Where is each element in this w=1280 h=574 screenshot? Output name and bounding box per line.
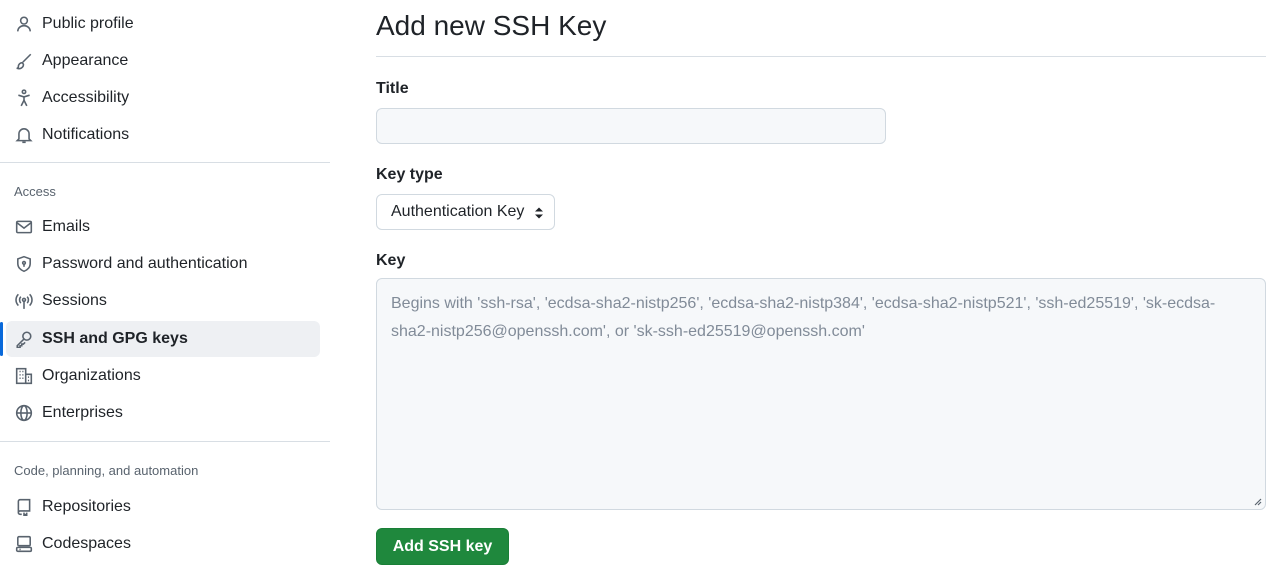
main-content: Add new SSH Key Title Key type Authentic… xyxy=(376,0,1266,574)
key-type-label: Key type xyxy=(376,166,443,183)
globe-icon xyxy=(14,403,34,423)
bell-icon xyxy=(14,125,34,145)
resize-grip-icon[interactable] xyxy=(1252,496,1262,506)
key-textarea[interactable] xyxy=(376,278,1266,510)
active-indicator xyxy=(0,322,3,356)
person-icon xyxy=(14,14,34,34)
organization-icon xyxy=(14,366,34,386)
sidebar-item-label: Public profile xyxy=(42,15,134,32)
sidebar-item-label: SSH and GPG keys xyxy=(42,330,188,347)
sidebar-section-heading-access: Access xyxy=(14,184,56,199)
sidebar-item-accessibility[interactable]: Accessibility xyxy=(6,80,320,116)
sidebar-item-public-profile[interactable]: Public profile xyxy=(6,6,320,42)
sidebar-item-appearance[interactable]: Appearance xyxy=(6,43,320,79)
repo-icon xyxy=(14,497,34,517)
sidebar-item-codespaces[interactable]: Codespaces xyxy=(6,526,320,562)
paintbrush-icon xyxy=(14,51,34,71)
title-divider xyxy=(376,56,1266,57)
sidebar-item-organizations[interactable]: Organizations xyxy=(6,358,320,394)
shield-lock-icon xyxy=(14,254,34,274)
sidebar-divider xyxy=(0,162,330,163)
sidebar-item-label: Codespaces xyxy=(42,535,131,552)
sidebar-item-label: Password and authentication xyxy=(42,255,248,272)
key-label: Key xyxy=(376,252,406,269)
page-title: Add new SSH Key xyxy=(376,10,607,41)
sidebar-item-enterprises[interactable]: Enterprises xyxy=(6,395,320,431)
key-icon xyxy=(14,329,34,349)
sidebar-item-label: Emails xyxy=(42,218,91,235)
codespaces-icon xyxy=(14,534,34,554)
sidebar-section-heading-code: Code, planning, and automation xyxy=(14,463,199,478)
title-label: Title xyxy=(376,80,409,97)
sidebar-item-label: Repositories xyxy=(42,498,131,515)
sidebar-item-password-auth[interactable]: Password and authentication xyxy=(6,246,320,282)
sidebar-item-sessions[interactable]: Sessions xyxy=(6,283,320,319)
select-caret-icon xyxy=(535,207,543,219)
sidebar-item-label: Appearance xyxy=(42,52,129,69)
sidebar-item-emails[interactable]: Emails xyxy=(6,209,320,245)
sidebar-item-label: Enterprises xyxy=(42,404,123,421)
title-input[interactable] xyxy=(376,108,886,144)
mail-icon xyxy=(14,217,34,237)
broadcast-icon xyxy=(14,291,34,311)
settings-sidebar: Public profile Appearance Accessibility … xyxy=(0,0,330,574)
sidebar-item-label: Accessibility xyxy=(42,89,130,106)
sidebar-item-label: Organizations xyxy=(42,367,141,384)
sidebar-divider xyxy=(0,441,330,442)
sidebar-item-ssh-gpg-keys[interactable]: SSH and GPG keys xyxy=(6,321,320,357)
key-type-selected-value: Authentication Key xyxy=(391,203,525,220)
accessibility-icon xyxy=(14,88,34,108)
sidebar-item-notifications[interactable]: Notifications xyxy=(6,117,320,153)
sidebar-item-label: Notifications xyxy=(42,126,130,143)
key-type-select[interactable]: Authentication Key xyxy=(376,194,555,230)
add-ssh-key-button[interactable]: Add SSH key xyxy=(376,528,509,565)
sidebar-item-repositories[interactable]: Repositories xyxy=(6,489,320,525)
sidebar-item-label: Sessions xyxy=(42,292,107,309)
